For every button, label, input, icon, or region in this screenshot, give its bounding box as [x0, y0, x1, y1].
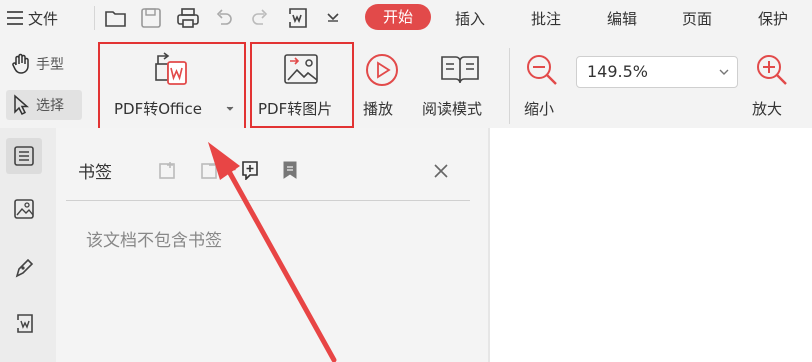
pdf-to-image-label: PDF转图片 — [258, 100, 333, 118]
close-icon[interactable] — [432, 162, 450, 180]
hand-icon — [10, 53, 32, 75]
hand-tool-button[interactable]: 手型 — [6, 50, 82, 78]
zoom-out-button[interactable]: 缩小 — [520, 46, 566, 124]
ribbon-divider — [509, 48, 510, 124]
zoom-in-button[interactable]: 放大 — [750, 46, 802, 124]
file-menu[interactable]: 文件 — [28, 8, 58, 29]
bookmark-list-icon — [13, 145, 35, 167]
bookmark-panel-tab[interactable] — [6, 138, 42, 174]
tab-annotate[interactable]: 批注 — [531, 8, 561, 29]
play-label: 播放 — [363, 100, 394, 118]
ribbon-toolbar: 手型 选择 PDF转Office PDF转图片 播放 阅读模式 缩小 149.5… — [0, 36, 812, 132]
play-button[interactable]: 播放 — [360, 46, 406, 124]
hand-tool-label: 手型 — [36, 57, 64, 73]
export-pdf-icon[interactable] — [286, 6, 310, 30]
pen-annotation-icon[interactable] — [13, 256, 35, 278]
image-convert-icon — [282, 52, 320, 86]
left-sidebar — [0, 128, 57, 362]
add-bookmark-icon[interactable] — [158, 160, 178, 180]
dropdown-caret-icon — [226, 106, 234, 112]
pdf-to-office-button[interactable]: PDF转Office — [104, 46, 240, 126]
hamburger-icon[interactable] — [6, 10, 24, 26]
tab-protect[interactable]: 保护 — [758, 8, 788, 29]
tab-page[interactable]: 页面 — [682, 8, 712, 29]
thumbnail-icon[interactable] — [13, 198, 35, 220]
reading-mode-label: 阅读模式 — [422, 100, 483, 118]
tab-edit[interactable]: 编辑 — [607, 8, 637, 29]
cursor-arrow-icon — [12, 94, 30, 116]
document-page[interactable] — [490, 128, 812, 362]
zoom-level-value: 149.5% — [587, 62, 649, 81]
attachment-icon[interactable] — [13, 312, 35, 334]
zoom-in-label: 放大 — [752, 100, 783, 118]
select-tool-button[interactable]: 选择 — [6, 90, 82, 120]
redo-icon[interactable] — [250, 8, 270, 28]
tab-home[interactable]: 开始 — [365, 4, 431, 30]
chevron-down-icon[interactable] — [326, 12, 340, 22]
reading-mode-button[interactable]: 阅读模式 — [418, 46, 502, 124]
pdf-to-image-button[interactable]: PDF转图片 — [254, 46, 350, 124]
pdf-convert-icon — [152, 52, 192, 88]
bookmark-panel-title: 书签 — [78, 163, 112, 183]
zoom-level-field[interactable]: 149.5% — [576, 56, 738, 88]
menu-bar: 文件 开始 插入 批注 编辑 页面 保护 — [0, 0, 812, 36]
play-icon — [364, 52, 400, 88]
tab-insert[interactable]: 插入 — [455, 8, 485, 29]
save-icon[interactable] — [140, 7, 162, 29]
zoom-out-label: 缩小 — [524, 100, 555, 118]
book-icon — [440, 54, 480, 86]
annotation-arrow-icon — [196, 136, 346, 362]
pdf-to-office-label: PDF转Office — [114, 100, 203, 118]
zoom-out-icon — [524, 52, 560, 88]
select-tool-label: 选择 — [36, 98, 64, 114]
zoom-in-icon — [754, 52, 790, 88]
undo-icon[interactable] — [214, 8, 234, 28]
open-folder-icon[interactable] — [104, 7, 128, 29]
print-icon[interactable] — [176, 7, 200, 29]
chevron-down-icon[interactable] — [719, 69, 729, 76]
divider — [94, 6, 95, 30]
